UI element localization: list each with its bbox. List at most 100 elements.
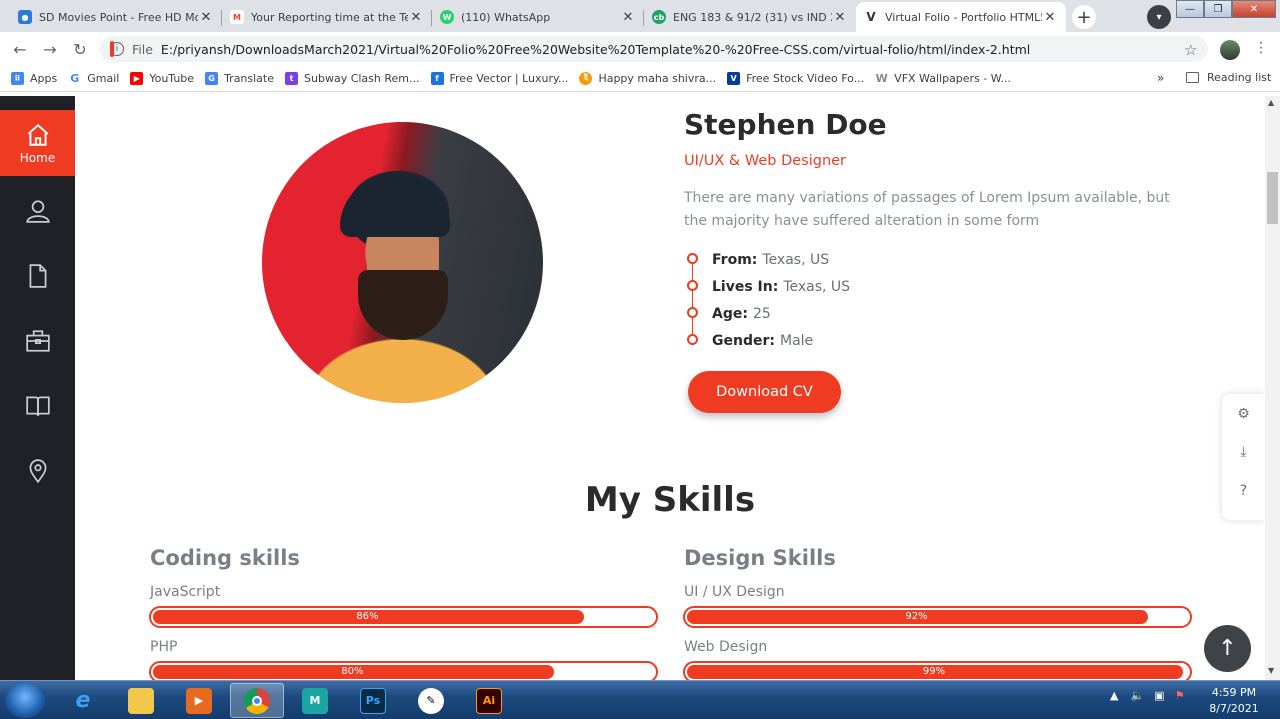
tab-search-icon[interactable]: ▾ <box>1147 5 1171 29</box>
tab-sd-movies[interactable]: ● SD Movies Point - Free HD Mo ✕ <box>10 2 222 32</box>
sidebar-item-home[interactable]: Home <box>0 110 75 176</box>
file-label: File <box>132 41 153 57</box>
chrome-icon <box>244 687 270 714</box>
sidebar-item-portfolio[interactable] <box>0 308 75 374</box>
settings-gear-icon[interactable]: ⚙ <box>1222 406 1265 422</box>
system-tray: ▲ 🔈 ▣ ⚑ <box>1110 689 1184 702</box>
close-tab-icon[interactable]: ✕ <box>198 10 214 25</box>
bookmark-maha-shivratri[interactable]: ই Happy maha shivra... <box>579 72 716 85</box>
book-icon <box>25 396 50 416</box>
tab-title: (110) WhatsApp <box>461 10 551 24</box>
windows-taskbar: e ▶ M Ps ✎ Ai ▲ 🔈 ▣ ⚑ 4:59 PM 8/7/2021 <box>0 680 1280 719</box>
profile-avatar[interactable] <box>1220 40 1240 60</box>
sidebar-item-label: Home <box>19 150 56 165</box>
reload-icon[interactable]: ↻ <box>71 40 89 59</box>
design-skills-title: Design Skills <box>684 546 836 570</box>
bookmark-subway-clash[interactable]: t Subway Clash Rem... <box>285 72 420 85</box>
taskbar-illustrator[interactable]: Ai <box>462 683 516 718</box>
bookmark-translate[interactable]: G Translate <box>205 72 274 85</box>
skill-label: UI / UX Design <box>684 584 785 600</box>
url-text[interactable]: E:/priyansh/DownloadsMarch2021/Virtual%2… <box>161 42 1030 57</box>
close-window-button[interactable]: ✕ <box>1232 0 1276 18</box>
download-icon[interactable]: ⤓ <box>1222 444 1265 460</box>
window-controls: — ❐ ✕ <box>1176 0 1276 18</box>
maximize-button[interactable]: ❐ <box>1204 0 1232 18</box>
reading-list-icon <box>1186 72 1199 83</box>
scroll-down-arrow-icon[interactable]: ▼ <box>1268 666 1274 675</box>
forward-arrow-icon[interactable]: → <box>41 40 59 59</box>
taskbar-chrome[interactable] <box>230 683 284 718</box>
taskbar-media-player[interactable]: ▶ <box>172 683 226 718</box>
bookmarks-bar: ⠿ Apps G Gmail ▶ YouTube G Translate t Subway… <box>0 66 1280 92</box>
taskbar-internet-explorer[interactable]: e <box>56 683 110 718</box>
coreldraw-icon: ✎ <box>418 687 444 714</box>
help-icon[interactable]: ? <box>1222 483 1265 499</box>
back-arrow-icon[interactable]: ← <box>11 40 29 59</box>
menu-kebab-icon[interactable]: ⋮ <box>1254 40 1268 56</box>
illustrator-icon: Ai <box>476 687 502 714</box>
bookmark-apps[interactable]: ⠿ Apps <box>11 72 57 85</box>
close-tab-icon[interactable]: ✕ <box>1042 10 1058 25</box>
more-bookmarks-chevron-icon[interactable]: » <box>1157 71 1164 85</box>
tab-title: Your Reporting time at the Tes <box>251 10 408 24</box>
taskbar-photoshop[interactable]: Ps <box>346 683 400 718</box>
bookmark-youtube[interactable]: ▶ YouTube <box>130 72 194 85</box>
briefcase-icon <box>25 330 50 352</box>
taskbar-clock[interactable]: 4:59 PM 8/7/2021 <box>1204 685 1264 717</box>
taskbar-maya[interactable]: M <box>288 683 342 718</box>
back-to-top-button[interactable]: ↑ <box>1204 625 1251 672</box>
skill-label: Web Design <box>684 639 768 655</box>
sidebar-item-blog[interactable] <box>0 373 75 439</box>
sidebar-item-resume[interactable] <box>0 243 75 309</box>
fact-from: From: Texas, US <box>686 246 850 273</box>
bullet-circle-icon <box>687 334 698 345</box>
bookmark-free-vector[interactable]: f Free Vector | Luxury... <box>430 72 568 85</box>
scroll-thumb[interactable] <box>1267 172 1278 224</box>
freepik-icon: f <box>430 72 444 85</box>
tab-virtual-folio[interactable]: V Virtual Folio - Portfolio HTML5 ✕ <box>856 2 1066 32</box>
address-bar[interactable]: i File E:/priyansh/DownloadsMarch2021/Vi… <box>100 36 1208 62</box>
scroll-up-arrow-icon[interactable]: ▲ <box>1268 98 1274 107</box>
start-button[interactable] <box>5 683 45 718</box>
close-tab-icon[interactable]: ✕ <box>408 10 424 25</box>
reading-list-button[interactable]: Reading list <box>1186 71 1271 84</box>
address-toolbar: ← → ↻ i File E:/priyansh/DownloadsMarch2… <box>0 32 1280 66</box>
photoshop-icon: Ps <box>360 687 386 714</box>
bookmark-stock-video[interactable]: V Free Stock Video Fo... <box>727 72 864 85</box>
profile-name: Stephen Doe <box>684 108 887 141</box>
tab-strip: ● SD Movies Point - Free HD Mo ✕ M Your … <box>0 0 1280 32</box>
action-center-flag-icon[interactable]: ⚑ <box>1175 689 1185 702</box>
floating-tools-widget: ⚙ ⤓ ? <box>1222 394 1265 520</box>
show-hidden-icons-icon[interactable]: ▲ <box>1110 689 1118 702</box>
sidebar-item-about[interactable] <box>0 178 75 244</box>
gmail-favicon-icon: M <box>230 10 244 24</box>
bullet-circle-icon <box>687 307 698 318</box>
close-tab-icon[interactable]: ✕ <box>620 10 636 25</box>
media-player-icon: ▶ <box>186 687 212 714</box>
clock-date: 8/7/2021 <box>1209 702 1259 715</box>
download-cv-button[interactable]: Download CV <box>688 371 841 413</box>
minimize-button[interactable]: — <box>1176 0 1204 18</box>
tab-reporting-time[interactable]: M Your Reporting time at the Tes ✕ <box>222 2 432 32</box>
page-scrollbar[interactable]: ▲ ▼ <box>1265 96 1280 680</box>
cricket-favicon-icon: cb <box>652 10 666 24</box>
profile-facts: From: Texas, US Lives In: Texas, US Age: 25… <box>686 246 850 354</box>
user-icon <box>25 200 50 223</box>
tab-whatsapp[interactable]: W (110) WhatsApp ✕ <box>432 2 644 32</box>
taskbar-file-explorer[interactable] <box>114 683 168 718</box>
maya-icon: M <box>302 687 328 714</box>
bookmark-vfx-wallpapers[interactable]: W VFX Wallpapers - W... <box>875 72 1011 85</box>
skill-bar: 86% <box>149 606 658 628</box>
bookmark-star-icon[interactable]: ☆ <box>1184 41 1197 59</box>
tab-title: SD Movies Point - Free HD Mo <box>39 10 198 24</box>
close-tab-icon[interactable]: ✕ <box>832 10 848 25</box>
new-tab-button[interactable]: + <box>1072 5 1096 29</box>
bookmark-gmail[interactable]: G Gmail <box>68 72 119 85</box>
network-icon[interactable]: ▣ <box>1154 689 1164 702</box>
volume-icon[interactable]: 🔈 <box>1130 689 1144 702</box>
tab-cricket[interactable]: cb ENG 183 & 91/2 (31) vs IND 2 ✕ <box>644 2 856 32</box>
taskbar-coreldraw[interactable]: ✎ <box>404 683 458 718</box>
youtube-icon: ▶ <box>130 72 144 85</box>
wallpaper-icon: W <box>875 72 889 85</box>
whatsapp-favicon-icon: W <box>440 10 454 24</box>
